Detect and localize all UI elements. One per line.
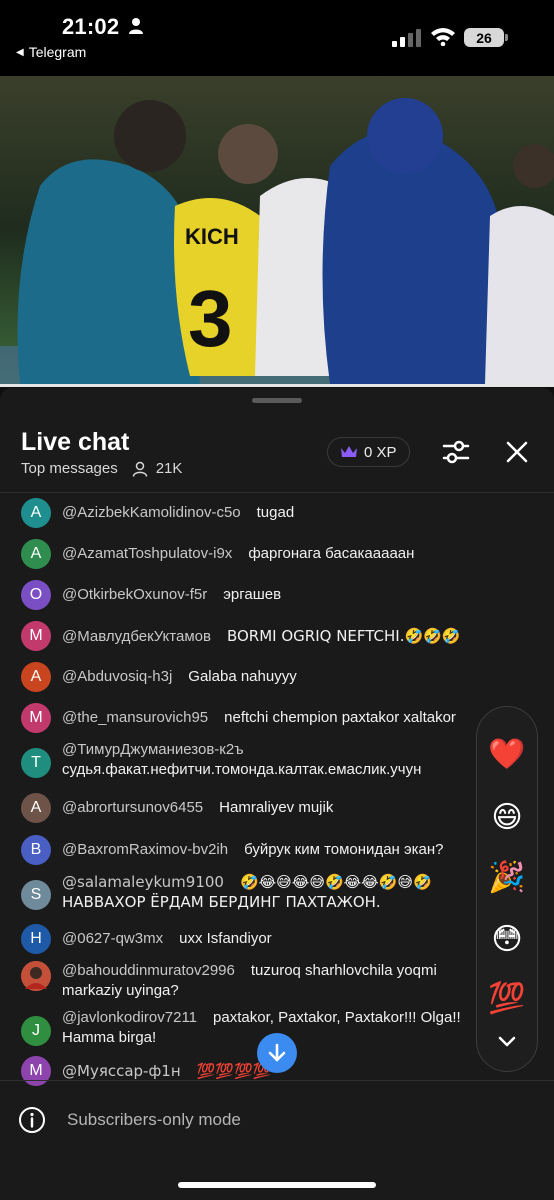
- hundred-points-icon: 💯: [488, 980, 526, 1016]
- svg-text:KICH: KICH: [185, 224, 239, 249]
- chevron-down-icon[interactable]: [495, 1029, 519, 1053]
- avatar[interactable]: J: [21, 1016, 51, 1046]
- info-icon[interactable]: [18, 1106, 46, 1134]
- message-text: фаргонага басакааааан: [248, 545, 415, 562]
- back-app-label: Telegram: [28, 44, 87, 60]
- message-author[interactable]: @the_mansurovich95: [62, 709, 208, 726]
- video-frame: KICH 3: [0, 76, 554, 384]
- chat-message-list[interactable]: A @AzizbekKamolidinov-c5o tugad A @Azamat…: [0, 494, 554, 1088]
- xp-value: 0 XP: [364, 443, 397, 461]
- message-text: буйрук ким томонидан экан?: [244, 841, 444, 858]
- heart-reaction-button[interactable]: ❤️: [477, 729, 537, 779]
- message-text: эргашев: [223, 586, 282, 603]
- clock: 21:02: [62, 14, 120, 39]
- grin-icon: 😄: [491, 799, 523, 835]
- avatar[interactable]: T: [21, 748, 51, 778]
- avatar[interactable]: M: [21, 703, 51, 733]
- avatar[interactable]: H: [21, 924, 51, 954]
- avatar[interactable]: M: [21, 1056, 51, 1086]
- back-arrow-icon: ◀: [16, 46, 24, 58]
- message-text: neftchi chempion paxtakor xaltakor: [224, 709, 456, 726]
- message-author[interactable]: @ТимурДжуманиезов-к2ъ: [62, 741, 244, 758]
- heart-icon: ❤️: [488, 736, 526, 772]
- party-reaction-button[interactable]: 🎉: [477, 852, 537, 902]
- viewers-icon: [132, 461, 147, 477]
- message-author[interactable]: @AzizbekKamolidinov-c5o: [62, 504, 241, 521]
- flushed-reaction-button[interactable]: 😳: [477, 914, 537, 964]
- chat-mode-selector[interactable]: Top messages: [21, 460, 118, 477]
- party-popper-icon: 🎉: [488, 859, 526, 895]
- wifi-icon: [431, 28, 455, 46]
- reaction-panel: ❤️ 😄 🎉 😳 💯: [476, 706, 538, 1072]
- avatar[interactable]: A: [21, 539, 51, 569]
- xp-button[interactable]: 0 XP: [327, 437, 410, 467]
- chat-subheader: Top messages 21K: [21, 460, 182, 477]
- avatar[interactable]: M: [21, 621, 51, 651]
- message-text: Hamraliyev mujik: [219, 799, 334, 816]
- person-icon: [129, 18, 143, 34]
- message-author[interactable]: @Муяссар-ф1н: [62, 1062, 181, 1080]
- avatar[interactable]: A: [21, 662, 51, 692]
- header-divider: [0, 492, 554, 493]
- cellular-signal-icon: [392, 29, 421, 47]
- close-icon[interactable]: [505, 440, 529, 464]
- profile-photo-icon: [21, 961, 51, 991]
- composer-divider: [0, 1080, 554, 1081]
- avatar[interactable]: O: [21, 580, 51, 610]
- message-author[interactable]: @МавлудбекУктамов: [62, 628, 211, 645]
- sheet-drag-handle[interactable]: [252, 398, 302, 403]
- svg-text:3: 3: [188, 274, 233, 363]
- avatar-photo[interactable]: [21, 961, 51, 991]
- back-to-app-link[interactable]: ◀ Telegram: [16, 44, 86, 60]
- crown-icon: [341, 446, 357, 457]
- live-chat-sheet: Live chat Top messages 21K 0 XP A @Azizb…: [0, 388, 554, 1200]
- hundred-reaction-button[interactable]: 💯: [477, 973, 537, 1023]
- filter-settings-icon[interactable]: [441, 438, 471, 466]
- battery-indicator: 26: [464, 28, 508, 47]
- message-text: tugad: [256, 504, 295, 521]
- message-text: Galaba nahuyyy: [188, 668, 297, 685]
- message-author[interactable]: @abrortursunov6455: [62, 799, 203, 816]
- status-bar: 21:02 ◀ Telegram 26: [0, 0, 554, 76]
- scroll-to-latest-button[interactable]: [257, 1033, 297, 1073]
- viewer-count: 21K: [155, 460, 183, 477]
- grin-reaction-button[interactable]: 😄: [477, 792, 537, 842]
- message-text: uxx Isfandiyor: [179, 930, 272, 947]
- avatar[interactable]: B: [21, 835, 51, 865]
- message-text: судья.факат.нефитчи.томонда.калтак.емасл…: [62, 761, 422, 778]
- live-video-player[interactable]: KICH 3: [0, 76, 554, 384]
- message-author[interactable]: @javlonkodirov7211: [62, 1009, 197, 1026]
- message-author[interactable]: @AzamatToshpulatov-i9x: [62, 545, 232, 562]
- video-progress-line: [0, 384, 554, 387]
- avatar[interactable]: A: [21, 793, 51, 823]
- flushed-face-icon: 😳: [491, 921, 523, 957]
- live-chat-title: Live chat: [21, 428, 130, 456]
- subscribers-only-notice: Subscribers-only mode: [67, 1110, 241, 1129]
- message-author[interactable]: @BaxromRaximov-bv2ih: [62, 841, 228, 858]
- message-author[interactable]: @0627-qw3mx: [62, 930, 163, 947]
- message-author[interactable]: @OtkirbekOxunov-f5r: [62, 586, 207, 603]
- message-text: BORMI OGRIQ NEFTCHI.🤣🤣🤣: [226, 627, 461, 645]
- home-indicator[interactable]: [178, 1182, 376, 1188]
- arrow-down-icon: [268, 1043, 286, 1062]
- message-author[interactable]: @salamaleykum9100: [62, 873, 224, 891]
- avatar[interactable]: A: [21, 498, 51, 528]
- message-author[interactable]: @bahouddinmuratov2996: [62, 962, 235, 979]
- avatar[interactable]: S: [21, 880, 51, 910]
- message-author[interactable]: @Abduvosiq-h3j: [62, 668, 172, 685]
